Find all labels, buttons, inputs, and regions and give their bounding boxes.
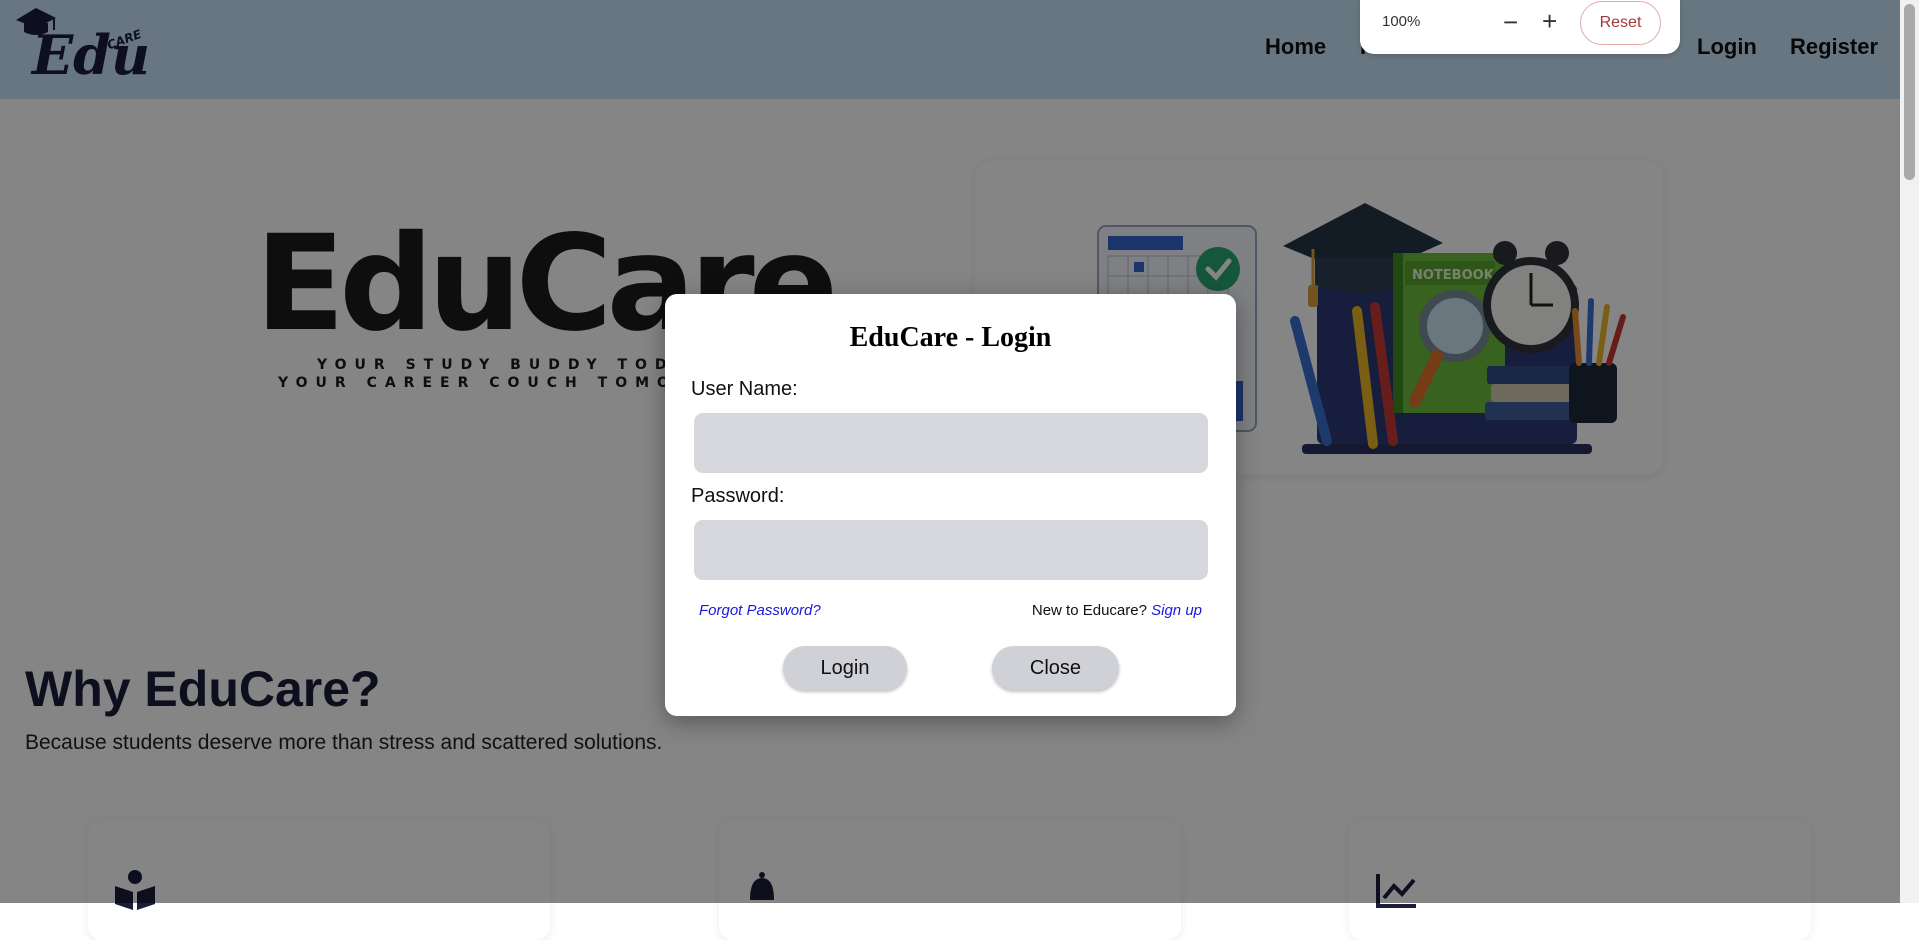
login-button[interactable]: Login xyxy=(783,646,907,690)
close-button[interactable]: Close xyxy=(992,646,1119,690)
zoom-level: 100% xyxy=(1382,13,1421,30)
username-input[interactable] xyxy=(694,413,1208,473)
signup-link[interactable]: Sign up xyxy=(1151,602,1202,619)
username-label: User Name: xyxy=(691,378,798,400)
signup-prompt: New to Educare? Sign up xyxy=(1032,602,1202,619)
zoom-control: 100% − + Reset xyxy=(1360,0,1680,54)
password-input[interactable] xyxy=(694,520,1208,580)
zoom-out-button[interactable]: − xyxy=(1503,9,1518,35)
page-scrollbar[interactable] xyxy=(1900,0,1919,903)
new-to-text: New to Educare? xyxy=(1031,602,1147,619)
zoom-in-button[interactable]: + xyxy=(1542,8,1557,34)
forgot-password-link[interactable]: Forgot Password? xyxy=(699,602,821,619)
modal-title: EduCare - Login xyxy=(849,322,1052,353)
password-label: Password: xyxy=(691,485,785,507)
login-modal: EduCare - Login User Name: Password: For… xyxy=(665,294,1236,716)
zoom-reset-button[interactable]: Reset xyxy=(1580,1,1661,45)
scrollbar-thumb[interactable] xyxy=(1904,4,1915,180)
